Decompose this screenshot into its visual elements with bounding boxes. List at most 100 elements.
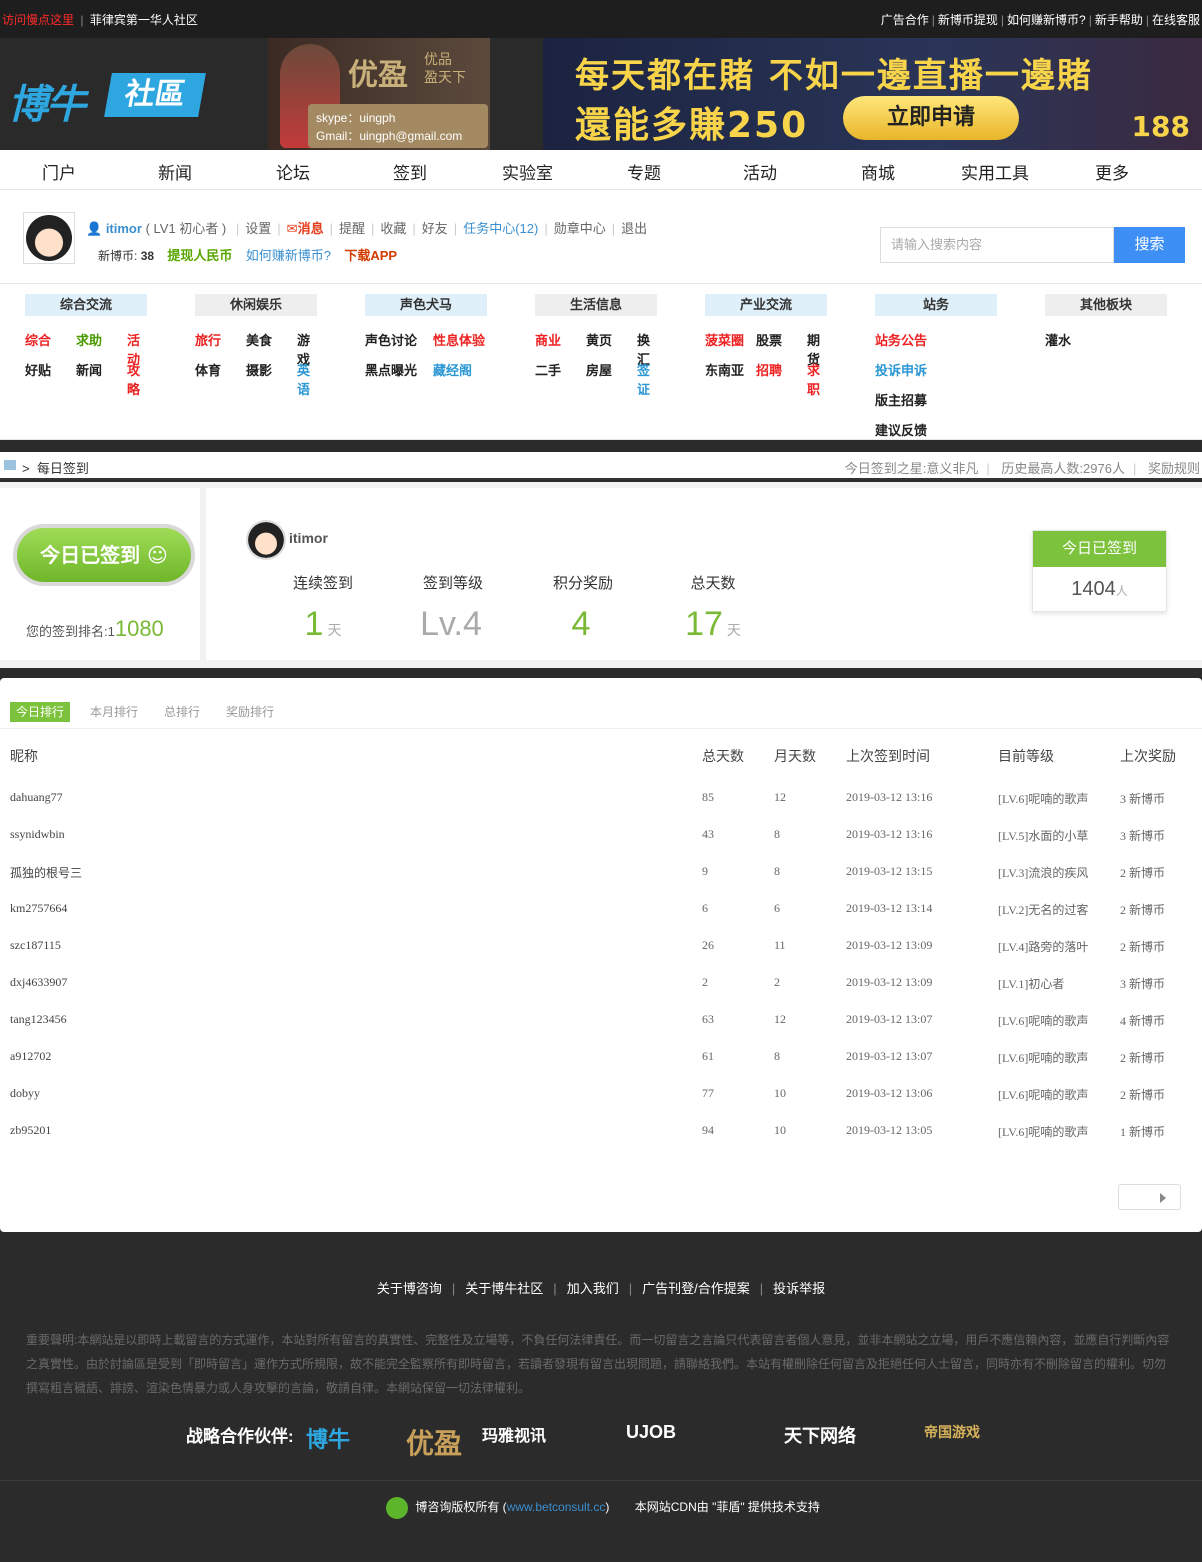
top-link[interactable]: 广告合作 — [881, 13, 929, 27]
forum-link[interactable]: 求职 — [807, 360, 827, 398]
slow-access-link[interactable]: 访问慢点这里 — [2, 13, 74, 27]
user-link[interactable]: 消息 — [298, 221, 324, 236]
nav-item[interactable]: 新闻 — [158, 159, 192, 184]
partner-logo[interactable]: 博牛 — [306, 1422, 350, 1454]
reward-rules-link[interactable]: 奖励规则 — [1148, 461, 1200, 476]
user-link[interactable]: 任务中心(12) — [463, 221, 538, 236]
table-cell[interactable]: szc187115 — [10, 938, 61, 953]
home-icon[interactable] — [4, 460, 16, 470]
forum-link[interactable]: 好贴 — [25, 360, 51, 379]
table-cell[interactable]: a912702 — [10, 1049, 51, 1064]
forum-link[interactable]: 签证 — [637, 360, 657, 398]
nav-item[interactable]: 商城 — [861, 159, 895, 184]
nav-item[interactable]: 活动 — [743, 159, 777, 184]
user-link[interactable]: 收藏 — [380, 221, 406, 236]
user-link[interactable]: 设置 — [245, 221, 271, 236]
nav-item[interactable]: 专题 — [627, 159, 661, 184]
ranking-tab[interactable]: 奖励排行 — [220, 702, 280, 722]
column-header: 总天数 — [702, 748, 744, 764]
search-input[interactable]: 请输入搜索内容 — [880, 227, 1114, 263]
forum-link[interactable]: 投诉申诉 — [875, 360, 927, 379]
forum-link[interactable]: 房屋 — [586, 360, 612, 379]
footer-link[interactable]: 加入我们 — [567, 1281, 619, 1296]
top-link[interactable]: 如何赚新博币? — [1007, 13, 1086, 27]
forum-link[interactable]: 美食 — [246, 330, 272, 349]
forum-link[interactable]: 攻略 — [127, 360, 147, 398]
user-link[interactable]: 好友 — [422, 221, 448, 236]
sign-main: itimor 连续签到 1 天 签到等级 Lv.4 积分奖励 4 总天数 17 天 今日已签到 1… — [206, 488, 1202, 660]
forum-link[interactable]: 综合 — [25, 330, 51, 349]
table-cell[interactable]: 孤独的根号三 — [10, 864, 82, 881]
forum-link[interactable]: 股票 — [756, 330, 782, 349]
withdraw-link[interactable]: 提现人民币 — [167, 248, 232, 263]
ad-uing[interactable]: 优盈 优品 盈天下 skype：uingph Gmail：uingph@gmai… — [268, 38, 490, 150]
forum-link[interactable]: 建议反馈 — [875, 420, 927, 439]
top-link[interactable]: 在线客服 — [1152, 13, 1200, 27]
search-button[interactable]: 搜索 — [1114, 227, 1185, 263]
table-cell[interactable]: dobyy — [10, 1086, 40, 1101]
signed-button[interactable]: 今日已签到 ☺ — [13, 524, 195, 586]
table-cell: 2 新博币 — [1120, 940, 1166, 954]
table-cell[interactable]: ssynidwbin — [10, 827, 65, 842]
forum-link[interactable]: 菠菜圈 — [705, 330, 744, 349]
forum-link[interactable]: 求助 — [76, 330, 102, 349]
ad-live-casino[interactable]: 每天都在賭 不如一邊直播一邊賭 還能多賺250 立即申请 188 — [543, 38, 1202, 150]
forum-link[interactable]: 灌水 — [1045, 330, 1071, 349]
ranking-tab[interactable]: 本月排行 — [84, 702, 144, 722]
table-cell[interactable]: km2757664 — [10, 901, 67, 916]
footer-link[interactable]: 关于博咨询 — [377, 1281, 442, 1296]
nav-item[interactable]: 实用工具 — [961, 159, 1029, 184]
username-link[interactable]: itimor — [106, 221, 142, 236]
forum-link[interactable]: 二手 — [535, 360, 561, 379]
nav-item[interactable]: 签到 — [393, 159, 427, 184]
forum-link[interactable]: 旅行 — [195, 330, 221, 349]
nav-item[interactable]: 更多 — [1095, 159, 1129, 184]
ranking-tab[interactable]: 总排行 — [158, 702, 206, 722]
forum-link[interactable]: 版主招募 — [875, 390, 927, 409]
top-link[interactable]: 新手帮助 — [1095, 13, 1143, 27]
earn-link[interactable]: 如何赚新博币? — [246, 248, 331, 263]
user-link[interactable]: 提醒 — [339, 221, 365, 236]
forum-group-title: 产业交流 — [705, 294, 827, 316]
user-link[interactable]: 勋章中心 — [554, 221, 606, 236]
forum-link[interactable]: 声色讨论 — [365, 330, 417, 349]
nav-item[interactable]: 门户 — [42, 159, 76, 184]
forum-link[interactable]: 英语 — [297, 360, 317, 398]
footer-link[interactable]: 广告刊登/合作提案 — [642, 1281, 750, 1296]
forum-link[interactable]: 新闻 — [76, 360, 102, 379]
footer-link[interactable]: 关于博牛社区 — [465, 1281, 543, 1296]
ranking-tab[interactable]: 今日排行 — [10, 702, 71, 722]
forum-link[interactable]: 站务公告 — [875, 330, 927, 349]
forum-link[interactable]: 性息体验 — [433, 330, 485, 349]
partner-logo[interactable]: 优盈 — [406, 1422, 462, 1462]
forum-link[interactable]: 东南亚 — [705, 360, 744, 379]
nav-item[interactable]: 实验室 — [502, 159, 553, 184]
footer-link[interactable]: 投诉举报 — [773, 1281, 825, 1296]
table-cell[interactable]: tang123456 — [10, 1012, 67, 1027]
site-url-link[interactable]: www.betconsult.cc — [507, 1500, 606, 1514]
ad2-apply-button[interactable]: 立即申请 — [843, 96, 1019, 140]
forum-link[interactable]: 黄页 — [586, 330, 612, 349]
forum-link[interactable]: 体育 — [195, 360, 221, 379]
partner-logo[interactable]: UJOB — [626, 1422, 676, 1443]
table-cell[interactable]: dahuang77 — [10, 790, 63, 805]
download-app-link[interactable]: 下载APP — [344, 248, 397, 263]
table-cell[interactable]: dxj4633907 — [10, 975, 67, 990]
user-link[interactable]: 退出 — [621, 221, 647, 236]
forum-link[interactable]: 商业 — [535, 330, 561, 349]
partner-logo[interactable]: 玛雅视讯 — [482, 1422, 546, 1446]
forum-link[interactable]: 黑点曝光 — [365, 360, 417, 379]
partner-logo[interactable]: 帝国游戏 — [924, 1422, 980, 1442]
forum-link[interactable]: 藏经阁 — [433, 360, 472, 379]
today-signed-label: 今日已签到 — [1033, 531, 1166, 567]
forum-link[interactable]: 摄影 — [246, 360, 272, 379]
avatar[interactable] — [23, 212, 75, 264]
nav-item[interactable]: 论坛 — [276, 159, 310, 184]
ad2-headline: 每天都在賭 不如一邊直播一邊賭 — [575, 56, 1093, 96]
partner-logo[interactable]: 天下网络 — [784, 1422, 856, 1448]
forum-link[interactable]: 招聘 — [756, 360, 782, 379]
table-cell[interactable]: zb95201 — [10, 1123, 51, 1138]
next-page-button[interactable] — [1118, 1184, 1181, 1210]
top-link[interactable]: 新博币提现 — [938, 13, 998, 27]
site-logo[interactable]: 博牛 社區 — [8, 72, 206, 128]
